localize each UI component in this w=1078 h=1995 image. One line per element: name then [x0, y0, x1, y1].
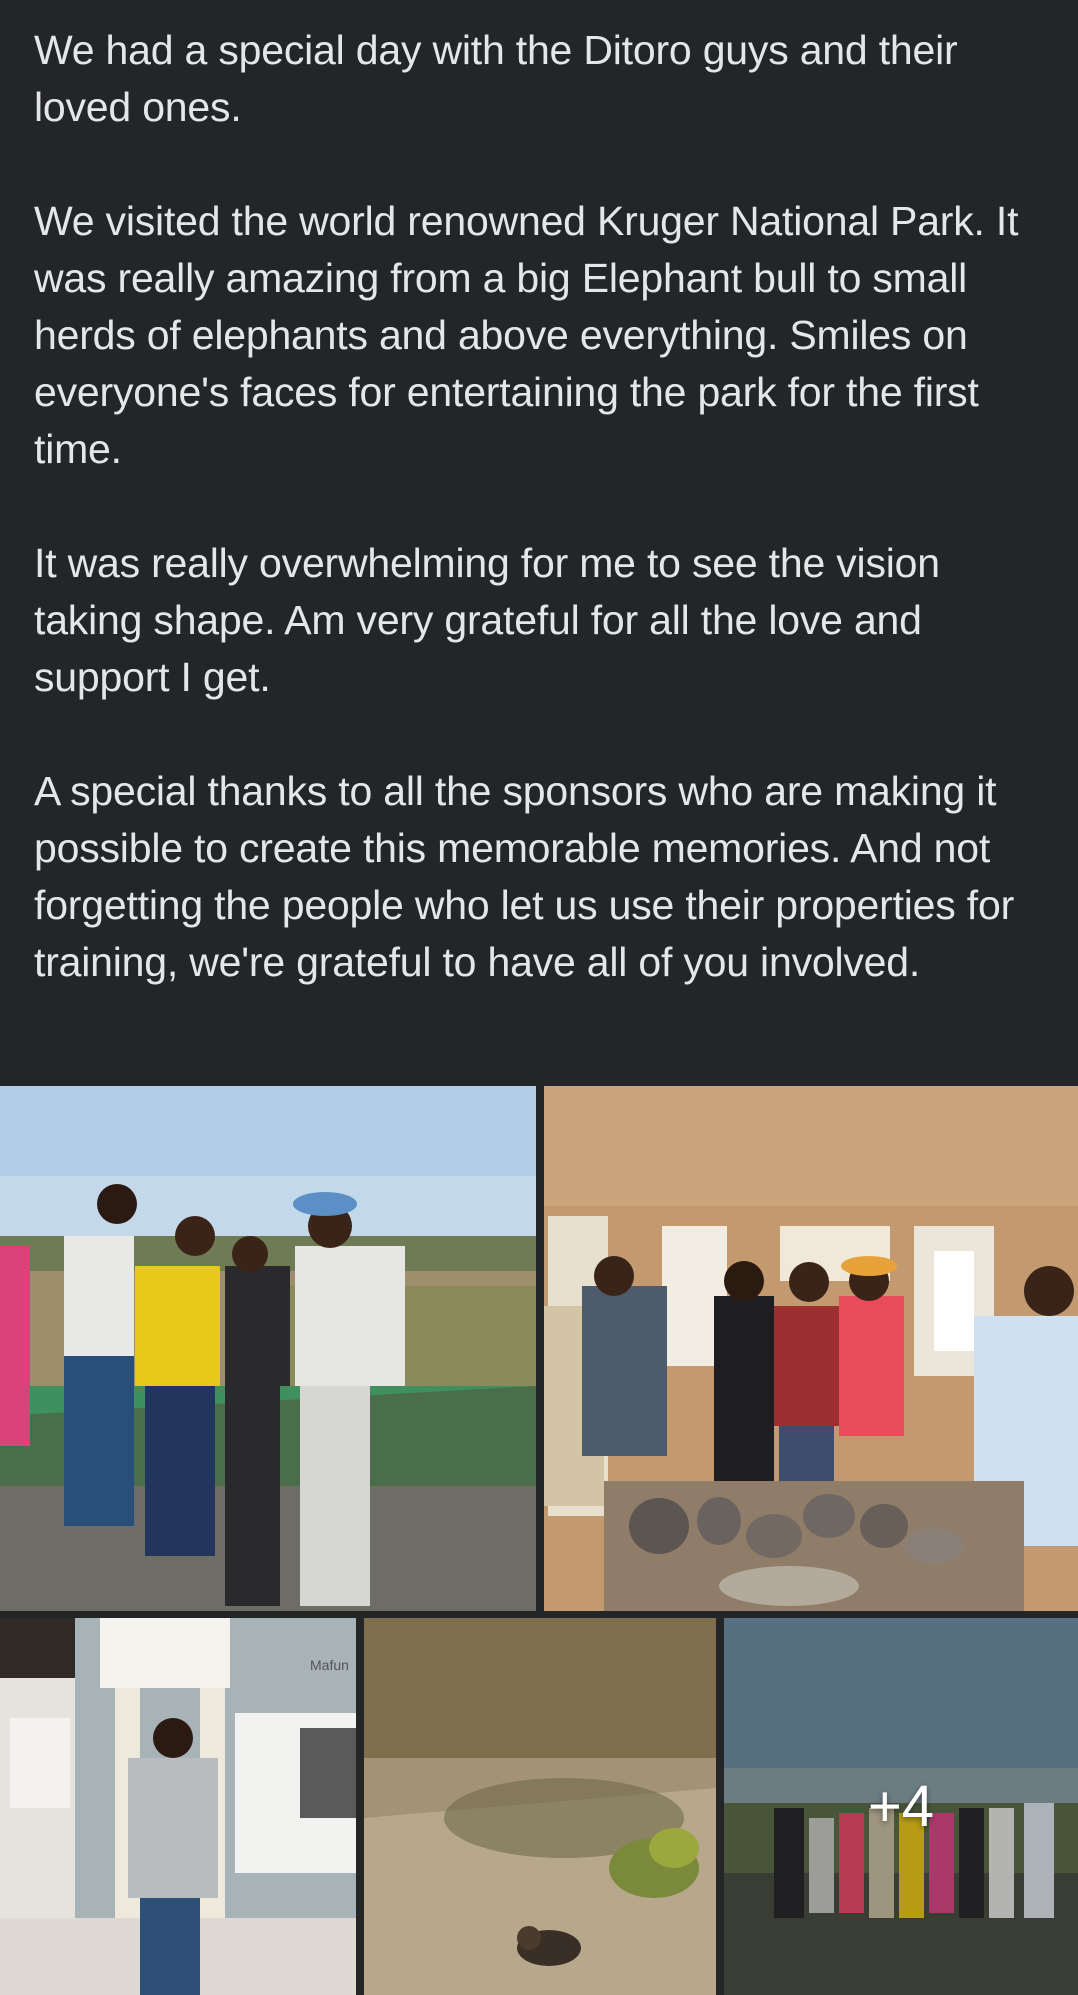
photo-group-river-viewpoint[interactable]	[0, 1086, 536, 1611]
photo-man-elephant-display[interactable]: Mafun	[0, 1618, 356, 1995]
photo-large-group-outdoors[interactable]: +4	[724, 1618, 1078, 1995]
museum-sign-text: Mafun	[310, 1657, 349, 1673]
post-text: We had a special day with the Ditoro guy…	[34, 22, 1054, 1048]
post-paragraph-2: We visited the world renowned Kruger Nat…	[34, 198, 1019, 472]
post-paragraph-3: It was really overwhelming for me to see…	[34, 540, 940, 700]
photo-grid: Mafun +4	[0, 1086, 1078, 1995]
photo-group-museum-pottery[interactable]	[544, 1086, 1078, 1611]
post-paragraph-1: We had a special day with the Ditoro guy…	[34, 27, 958, 130]
photo-dry-grass-animal[interactable]	[364, 1618, 716, 1995]
post-paragraph-4: A special thanks to all the sponsors who…	[34, 768, 1015, 985]
